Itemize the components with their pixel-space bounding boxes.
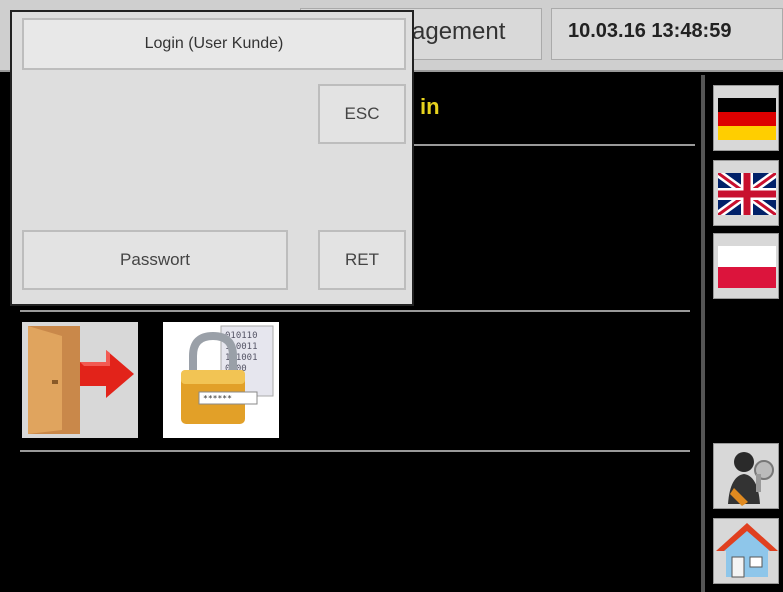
divider-line	[410, 144, 695, 146]
logout-button[interactable]	[22, 322, 138, 438]
language-polish-button[interactable]	[713, 233, 779, 299]
svg-text:******: ******	[203, 394, 232, 403]
datetime-display: 10.03.16 13:48:59	[568, 20, 732, 42]
home-button[interactable]	[713, 518, 779, 584]
dialog-title: Login (User Kunde)	[22, 18, 406, 70]
sidebar-divider	[701, 75, 705, 592]
page-title: agement	[412, 18, 506, 45]
user-key-icon	[728, 452, 774, 506]
language-german-button[interactable]	[713, 85, 779, 151]
language-english-button[interactable]	[713, 160, 779, 226]
flag-uk-icon	[718, 173, 776, 215]
flag-germany-icon	[718, 98, 776, 140]
user-settings-button[interactable]	[713, 443, 779, 509]
door-exit-icon	[22, 322, 138, 438]
esc-button[interactable]: ESC	[318, 84, 406, 144]
password-input-button[interactable]: Passwort	[22, 230, 288, 290]
divider-line	[20, 310, 690, 312]
padlock-binary-icon: 010110 110011 101001 0100 001 ******	[163, 322, 279, 438]
home-icon	[716, 523, 778, 578]
section-header: in	[420, 94, 440, 119]
divider-line	[20, 450, 690, 452]
password-button[interactable]: 010110 110011 101001 0100 001 ******	[163, 322, 279, 438]
ret-button[interactable]: RET	[318, 230, 406, 290]
flag-poland-icon	[718, 246, 776, 288]
